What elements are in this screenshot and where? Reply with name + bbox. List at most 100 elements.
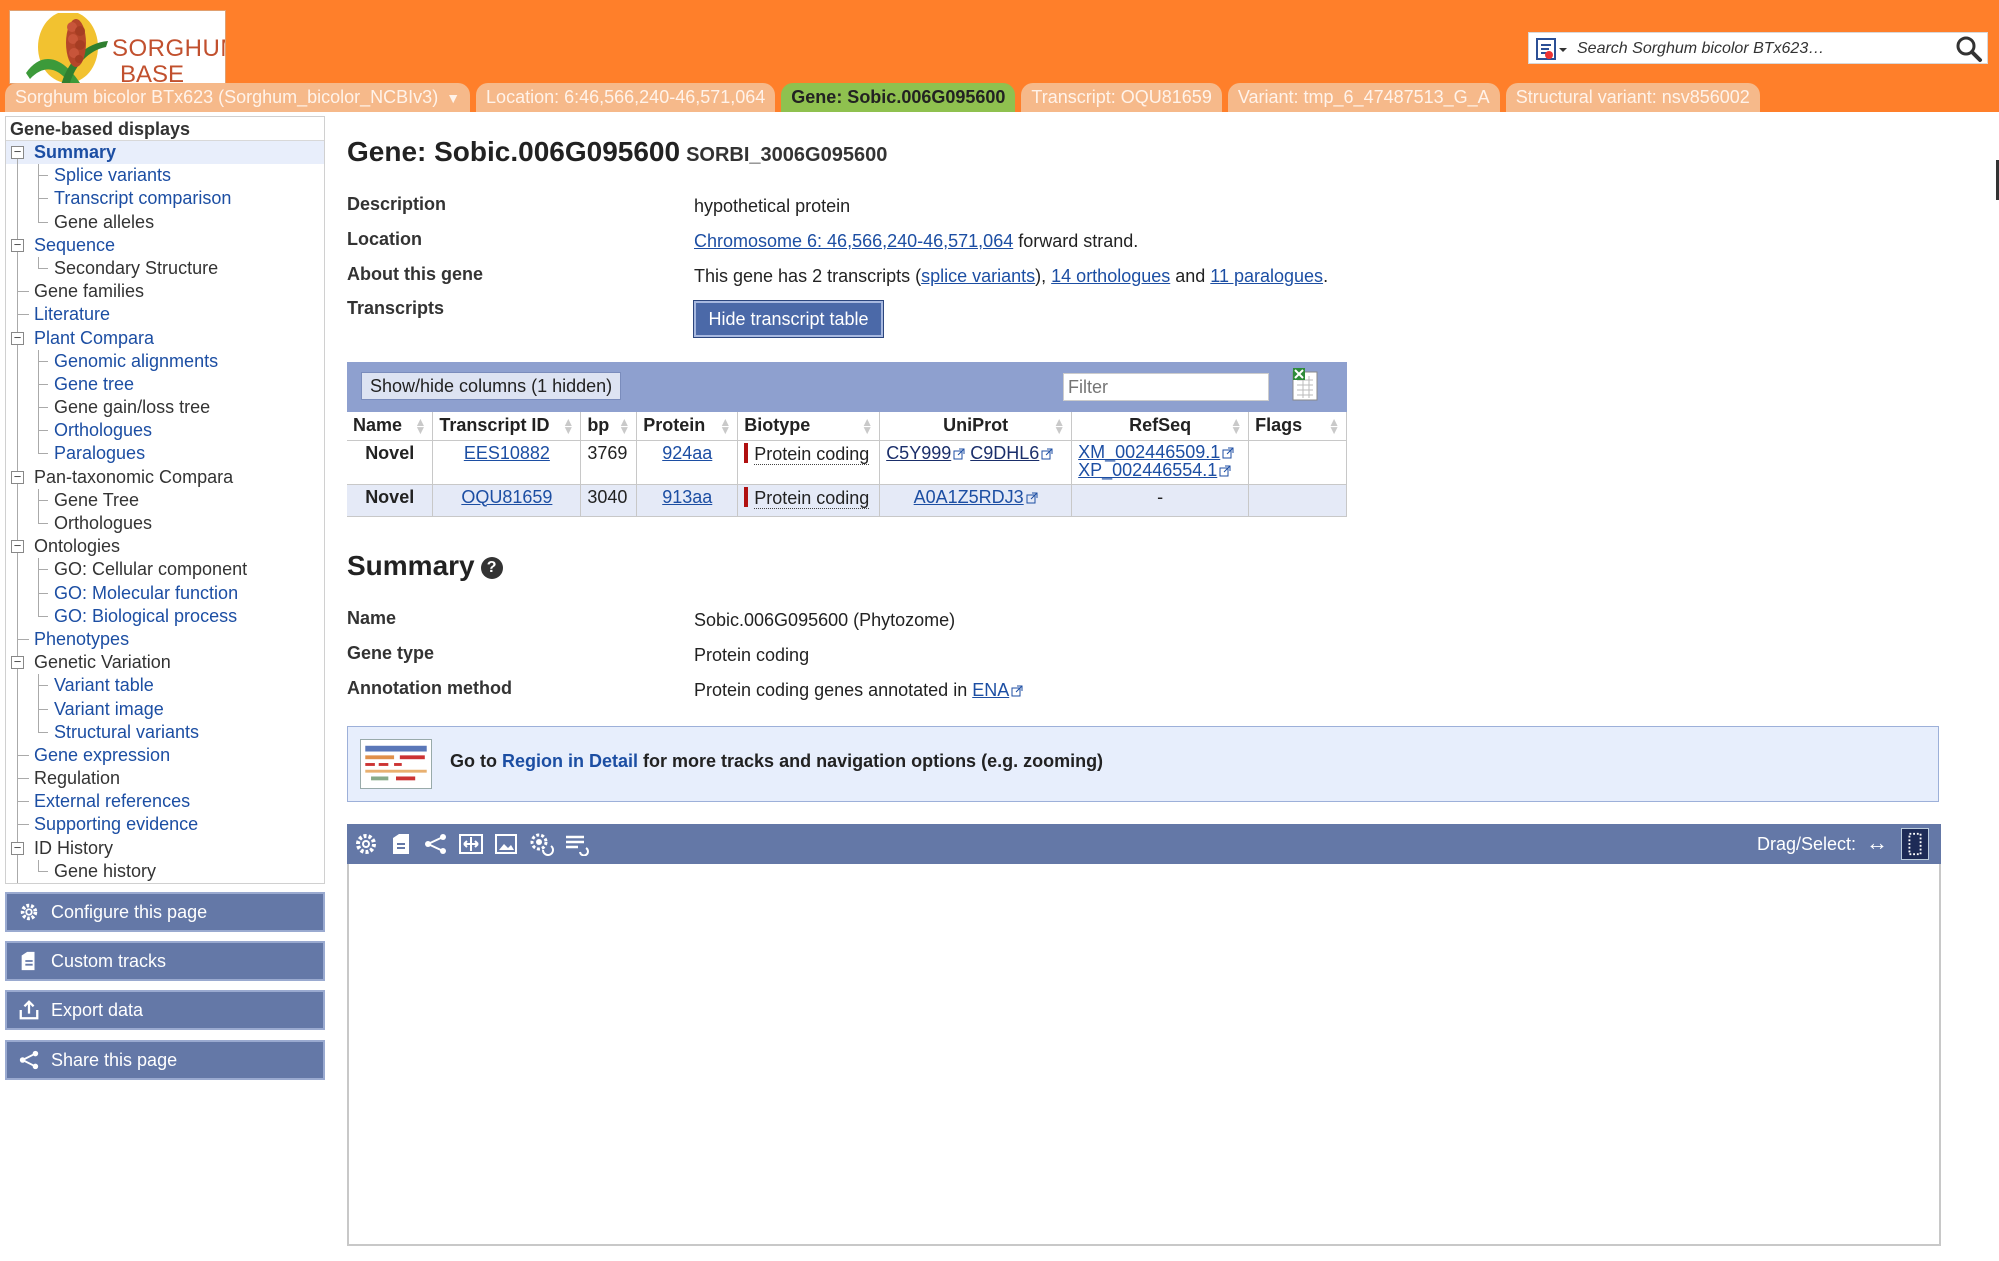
search-input[interactable] (1577, 37, 1937, 61)
custom-tracks-button[interactable]: Custom tracks (5, 941, 325, 981)
image-export-icon[interactable] (493, 832, 519, 856)
sidebar-item-label: Genetic Variation (34, 652, 171, 673)
sidebar-item-gene-tree[interactable]: Gene tree (6, 372, 324, 397)
sidebar-item-go-cellular-component[interactable]: GO: Cellular component (6, 558, 324, 582)
tab-location[interactable]: Location: 6:46,566,240-46,571,064 (476, 83, 776, 112)
sidebar-item-transcript-comparison[interactable]: Transcript comparison (6, 187, 324, 211)
splice-variants-link[interactable]: splice variants (921, 266, 1035, 286)
sidebar-item-secondary-structure[interactable]: Secondary Structure (6, 256, 324, 281)
sidebar-item-paralogues[interactable]: Paralogues (6, 442, 324, 466)
region-thumbnail-icon[interactable] (360, 739, 432, 789)
collapse-toggle-icon[interactable]: − (11, 238, 24, 252)
genome-image-panel[interactable] (347, 864, 1941, 1246)
reset-order-icon[interactable] (563, 832, 589, 856)
collapse-toggle-icon[interactable]: − (11, 145, 24, 159)
col-flags[interactable]: Flags ▲ ▼ (1248, 412, 1347, 440)
uniprot-link[interactable]: C9DHL6 (970, 443, 1039, 463)
select-mode-icon[interactable] (1901, 828, 1929, 860)
sidebar-item-ontologies[interactable]: − Ontologies (6, 535, 324, 559)
sidebar-item-gene-alleles[interactable]: Gene alleles (6, 210, 324, 234)
help-icon[interactable]: ? (480, 557, 503, 579)
chevron-down-icon[interactable]: ▼ (446, 90, 460, 106)
collapse-toggle-icon[interactable]: − (11, 539, 24, 554)
ena-link[interactable]: ENA (972, 680, 1009, 700)
orthologues-link[interactable]: 14 orthologues (1051, 266, 1170, 286)
col-biotype[interactable]: Biotype ▲ ▼ (737, 412, 881, 440)
col-bp[interactable]: bp ▲ ▼ (580, 412, 638, 440)
col-protein[interactable]: Protein ▲ ▼ (636, 412, 739, 440)
location-link[interactable]: Chromosome 6: 46,566,240-46,571,064 (694, 231, 1013, 251)
configure-page-button[interactable]: Configure this page (5, 892, 325, 932)
sidebar-item-regulation[interactable]: Regulation (6, 767, 324, 791)
export-data-button[interactable]: Export data (5, 990, 325, 1030)
tree-line (17, 256, 18, 281)
tree-line (38, 592, 48, 594)
gear-icon[interactable] (353, 832, 379, 856)
uniprot-link[interactable]: A0A1Z5RDJ3 (914, 487, 1024, 507)
sidebar-item-gene-families[interactable]: Gene families (6, 280, 324, 304)
sidebar-item-summary[interactable]: − Summary (6, 141, 324, 165)
search-icon[interactable] (1955, 35, 1983, 63)
sidebar-item-gene-gain-loss-tree[interactable]: Gene gain/loss tree (6, 396, 324, 420)
sidebar-item-variant-image[interactable]: Variant image (6, 697, 324, 721)
search-species-icon[interactable] (1535, 37, 1569, 61)
sidebar-item-id-history[interactable]: − ID History (6, 836, 324, 860)
table-filter-input[interactable] (1063, 373, 1269, 401)
col-uniprot[interactable]: UniProt ▲ ▼ (879, 412, 1073, 440)
sidebar-item-splice-variants[interactable]: Splice variants (6, 164, 324, 188)
sidebar-item-go-molecular-function[interactable]: GO: Molecular function (6, 581, 324, 605)
col-transcript-id[interactable]: Transcript ID ▲ ▼ (432, 412, 582, 440)
sidebar-item-external-references[interactable]: External references (6, 790, 324, 814)
tab-variant[interactable]: Variant: tmp_6_47487513_G_A (1227, 83, 1500, 112)
tab-transcript[interactable]: Transcript: OQU81659 (1021, 83, 1222, 112)
sidebar-item-go-biological-process[interactable]: GO: Biological process (6, 604, 324, 628)
show-hide-columns-button[interactable]: Show/hide columns (1 hidden) (361, 372, 622, 400)
share-page-button[interactable]: Share this page (5, 1040, 325, 1080)
sidebar-item-gene-expression[interactable]: Gene expression (6, 743, 324, 768)
sidebar-item-variant-table[interactable]: Variant table (6, 674, 324, 698)
protein-link[interactable]: 913aa (662, 487, 712, 507)
paralogues-link[interactable]: 11 paralogues (1210, 266, 1323, 286)
sidebar-item-orthologues[interactable]: Orthologues (6, 512, 324, 536)
sidebar-item-genetic-variation[interactable]: − Genetic Variation (6, 651, 324, 675)
sidebar-item-literature[interactable]: Literature (6, 303, 324, 327)
external-link-icon (953, 448, 965, 459)
add-track-icon[interactable] (388, 832, 414, 856)
external-link-icon (1219, 465, 1231, 476)
reset-config-icon[interactable] (528, 832, 554, 856)
tab-species[interactable]: Sorghum bicolor BTx623 (Sorghum_bicolor_… (5, 83, 471, 112)
share-icon[interactable] (423, 832, 449, 856)
refseq-link[interactable]: XP_002446554.1 (1078, 460, 1217, 480)
sorghum-base-logo[interactable]: SORGHUM BASE (9, 10, 226, 84)
resize-icon[interactable] (458, 832, 484, 856)
tab-structural-variant[interactable]: Structural variant: nsv856002 (1505, 83, 1760, 112)
collapse-toggle-icon[interactable]: − (11, 331, 24, 345)
sidebar-item-orthologues[interactable]: Orthologues (6, 419, 324, 443)
drag-mode-icon[interactable]: ↔ (1866, 830, 1888, 856)
uniprot-link[interactable]: C5Y999 (886, 443, 951, 463)
hide-transcript-table-button[interactable]: Hide transcript table (693, 300, 884, 338)
protein-link[interactable]: 924aa (662, 443, 712, 463)
sidebar-item-label: External references (34, 791, 191, 812)
excel-export-icon[interactable] (1291, 366, 1319, 402)
sidebar-item-gene-tree[interactable]: Gene Tree (6, 488, 324, 512)
sidebar-item-sequence[interactable]: − Sequence (6, 233, 324, 257)
tab-gene[interactable]: Gene: Sobic.006G095600 (781, 83, 1016, 112)
sidebar-item-genomic-alignments[interactable]: Genomic alignments (6, 349, 324, 373)
sidebar-item-supporting-evidence[interactable]: Supporting evidence (6, 813, 324, 837)
tree-line (17, 754, 29, 756)
sidebar-item-pan-taxonomic-compara[interactable]: − Pan-taxonomic Compara (6, 465, 324, 489)
collapse-toggle-icon[interactable]: − (11, 470, 24, 484)
region-in-detail-link[interactable]: Region in Detail (502, 751, 638, 771)
sidebar-item-plant-compara[interactable]: − Plant Compara (6, 326, 324, 350)
sidebar-item-structural-variants[interactable]: Structural variants (6, 720, 324, 744)
col-name[interactable]: Name ▲ ▼ (347, 412, 434, 440)
sidebar-item-gene-history[interactable]: Gene history (6, 859, 324, 883)
transcript-id-link[interactable]: EES10882 (464, 443, 550, 463)
refseq-link[interactable]: XM_002446509.1 (1078, 442, 1220, 462)
col-refseq[interactable]: RefSeq ▲ ▼ (1071, 412, 1250, 440)
collapse-toggle-icon[interactable]: − (11, 655, 24, 670)
collapse-toggle-icon[interactable]: − (11, 841, 24, 855)
sidebar-item-phenotypes[interactable]: Phenotypes (6, 627, 324, 652)
transcript-id-link[interactable]: OQU81659 (461, 487, 552, 507)
